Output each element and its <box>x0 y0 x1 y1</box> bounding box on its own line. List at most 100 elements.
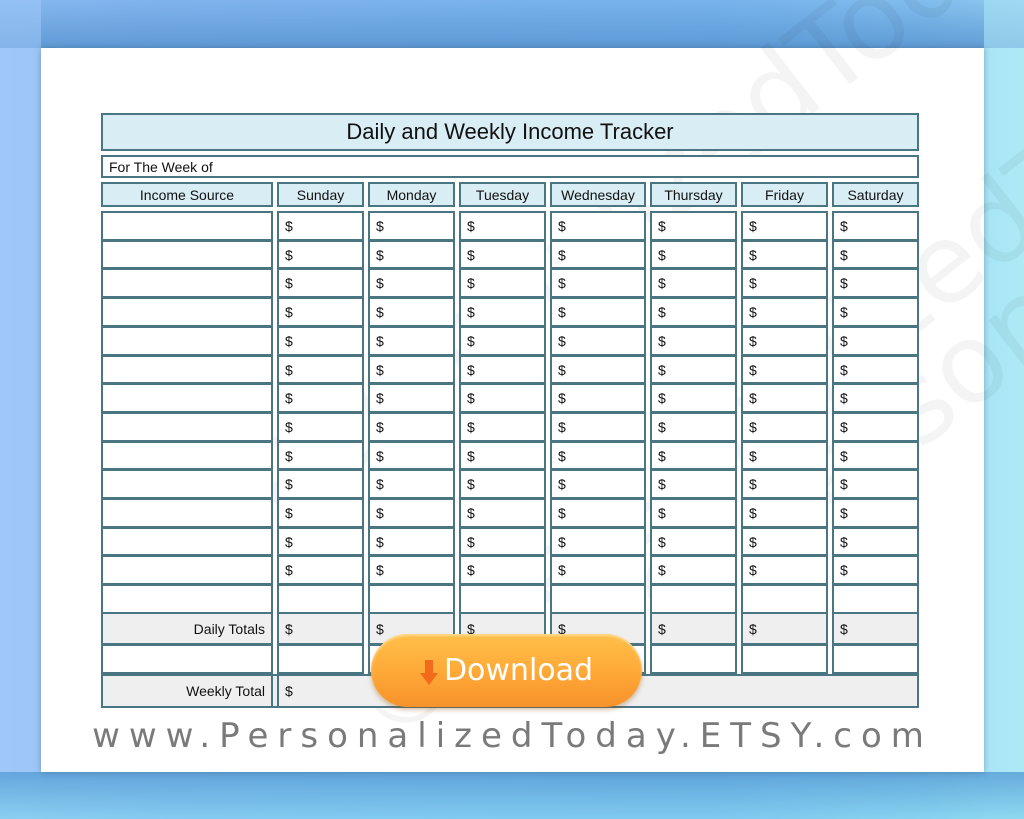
amount-cell[interactable]: $ <box>832 211 919 241</box>
amount-cell[interactable]: $ <box>368 383 455 413</box>
amount-cell[interactable]: $ <box>650 469 737 499</box>
daily-total-cell[interactable]: $ <box>832 612 919 645</box>
amount-cell[interactable]: $ <box>650 211 737 241</box>
download-button[interactable]: Download <box>371 634 642 707</box>
amount-cell[interactable]: $ <box>277 555 364 585</box>
daily-total-cell[interactable]: $ <box>650 612 737 645</box>
amount-cell[interactable]: $ <box>368 297 455 327</box>
amount-cell[interactable]: $ <box>277 240 364 269</box>
daily-total-cell[interactable]: $ <box>277 612 364 645</box>
amount-cell[interactable]: $ <box>550 527 646 556</box>
income-source-cell[interactable] <box>101 527 273 556</box>
income-source-cell[interactable] <box>101 412 273 442</box>
amount-cell[interactable]: $ <box>368 268 455 298</box>
amount-cell[interactable]: $ <box>741 383 828 413</box>
amount-cell[interactable]: $ <box>277 441 364 470</box>
amount-cell[interactable]: $ <box>459 412 546 442</box>
income-source-cell[interactable] <box>101 441 273 470</box>
amount-cell[interactable]: $ <box>277 527 364 556</box>
amount-cell[interactable]: $ <box>650 355 737 384</box>
amount-cell[interactable] <box>832 584 919 614</box>
daily-total-cell[interactable]: $ <box>741 612 828 645</box>
amount-cell[interactable]: $ <box>741 469 828 499</box>
amount-cell[interactable]: $ <box>459 383 546 413</box>
income-source-cell[interactable] <box>101 355 273 384</box>
amount-cell[interactable]: $ <box>741 268 828 298</box>
amount-cell[interactable]: $ <box>459 527 546 556</box>
amount-cell[interactable]: $ <box>459 297 546 327</box>
amount-cell[interactable]: $ <box>277 383 364 413</box>
amount-cell[interactable]: $ <box>741 498 828 528</box>
amount-cell[interactable]: $ <box>550 383 646 413</box>
amount-cell[interactable]: $ <box>368 211 455 241</box>
amount-cell[interactable]: $ <box>368 555 455 585</box>
amount-cell[interactable] <box>368 584 455 614</box>
amount-cell[interactable]: $ <box>650 441 737 470</box>
amount-cell[interactable]: $ <box>459 326 546 356</box>
amount-cell[interactable]: $ <box>650 326 737 356</box>
income-source-cell[interactable] <box>101 211 273 241</box>
amount-cell[interactable]: $ <box>550 441 646 470</box>
amount-cell[interactable]: $ <box>832 498 919 528</box>
amount-cell[interactable]: $ <box>741 527 828 556</box>
amount-cell[interactable]: $ <box>832 326 919 356</box>
amount-cell[interactable] <box>277 584 364 614</box>
amount-cell[interactable]: $ <box>832 355 919 384</box>
income-source-cell[interactable] <box>101 584 273 614</box>
amount-cell[interactable]: $ <box>368 527 455 556</box>
amount-cell[interactable]: $ <box>650 555 737 585</box>
amount-cell[interactable]: $ <box>741 326 828 356</box>
income-source-cell[interactable] <box>101 326 273 356</box>
amount-cell[interactable]: $ <box>741 355 828 384</box>
amount-cell[interactable]: $ <box>832 441 919 470</box>
amount-cell[interactable]: $ <box>832 383 919 413</box>
amount-cell[interactable] <box>741 584 828 614</box>
amount-cell[interactable]: $ <box>741 555 828 585</box>
amount-cell[interactable]: $ <box>550 555 646 585</box>
income-source-cell[interactable] <box>101 383 273 413</box>
amount-cell[interactable]: $ <box>550 412 646 442</box>
amount-cell[interactable] <box>459 584 546 614</box>
amount-cell[interactable]: $ <box>459 211 546 241</box>
amount-cell[interactable] <box>550 584 646 614</box>
amount-cell[interactable]: $ <box>550 469 646 499</box>
amount-cell[interactable]: $ <box>459 469 546 499</box>
amount-cell[interactable]: $ <box>368 469 455 499</box>
amount-cell[interactable]: $ <box>459 240 546 269</box>
amount-cell[interactable]: $ <box>277 469 364 499</box>
amount-cell[interactable]: $ <box>741 297 828 327</box>
amount-cell[interactable]: $ <box>650 412 737 442</box>
amount-cell[interactable]: $ <box>832 412 919 442</box>
amount-cell[interactable]: $ <box>459 268 546 298</box>
amount-cell[interactable]: $ <box>550 498 646 528</box>
amount-cell[interactable]: $ <box>650 383 737 413</box>
amount-cell[interactable]: $ <box>277 326 364 356</box>
income-source-cell[interactable] <box>101 297 273 327</box>
amount-cell[interactable]: $ <box>832 297 919 327</box>
amount-cell[interactable]: $ <box>277 211 364 241</box>
income-source-cell[interactable] <box>101 498 273 528</box>
amount-cell[interactable]: $ <box>368 412 455 442</box>
income-source-cell[interactable] <box>101 268 273 298</box>
income-source-cell[interactable] <box>101 240 273 269</box>
amount-cell[interactable]: $ <box>650 527 737 556</box>
amount-cell[interactable]: $ <box>368 441 455 470</box>
amount-cell[interactable]: $ <box>459 355 546 384</box>
amount-cell[interactable]: $ <box>832 240 919 269</box>
amount-cell[interactable]: $ <box>550 268 646 298</box>
income-source-cell[interactable] <box>101 555 273 585</box>
amount-cell[interactable]: $ <box>277 412 364 442</box>
amount-cell[interactable] <box>650 584 737 614</box>
amount-cell[interactable]: $ <box>550 211 646 241</box>
amount-cell[interactable]: $ <box>832 527 919 556</box>
amount-cell[interactable]: $ <box>741 211 828 241</box>
amount-cell[interactable]: $ <box>550 240 646 269</box>
amount-cell[interactable]: $ <box>368 240 455 269</box>
amount-cell[interactable]: $ <box>741 240 828 269</box>
income-source-cell[interactable] <box>101 469 273 499</box>
amount-cell[interactable]: $ <box>650 268 737 298</box>
amount-cell[interactable]: $ <box>550 326 646 356</box>
amount-cell[interactable]: $ <box>368 326 455 356</box>
amount-cell[interactable]: $ <box>741 441 828 470</box>
amount-cell[interactable]: $ <box>277 498 364 528</box>
